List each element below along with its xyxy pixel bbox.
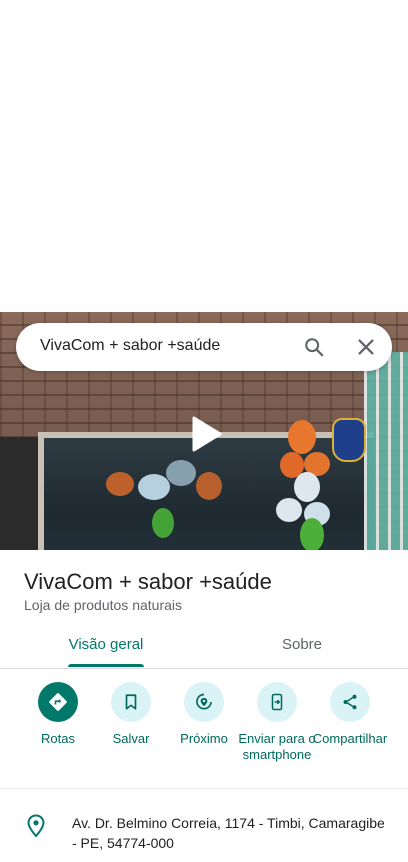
directions-icon — [49, 693, 67, 711]
tab-overview[interactable]: Visão geral — [56, 636, 156, 653]
photo-balloon — [106, 472, 134, 496]
play-icon[interactable] — [190, 416, 222, 452]
save-button-circle[interactable] — [111, 682, 151, 722]
search-input[interactable]: VivaCom + sabor +saúde — [40, 337, 220, 355]
tab-about[interactable]: Sobre — [252, 636, 352, 653]
share-icon — [343, 694, 357, 710]
nearby-label: Próximo — [180, 731, 228, 746]
photo-balloon — [276, 498, 302, 522]
send-to-phone-icon — [271, 693, 283, 711]
photo-emblem — [332, 418, 366, 462]
photo-balloon — [138, 474, 170, 500]
photo-balloon — [300, 518, 324, 550]
directions-button[interactable]: Rotas — [18, 682, 98, 747]
share-label: Compartilhar — [312, 731, 388, 746]
share-button-circle[interactable] — [330, 682, 370, 722]
photo-gate — [364, 352, 408, 550]
photo-balloon — [294, 472, 320, 502]
photo-shadow — [0, 437, 40, 550]
photo-balloon — [196, 472, 222, 500]
nearby-icon — [196, 693, 212, 710]
nearby-button-circle[interactable] — [184, 682, 224, 722]
address-row[interactable]: Av. Dr. Belmino Correia, 1174 - Timbi, C… — [0, 800, 408, 862]
action-buttons: Rotas Salvar Próximo Enviar para o smart… — [0, 668, 408, 789]
close-icon[interactable] — [355, 336, 377, 358]
blank-area — [0, 0, 408, 312]
place-title: VivaCom + sabor +saúde — [24, 569, 272, 594]
send-to-phone-button-circle[interactable] — [257, 682, 297, 722]
directions-label: Rotas — [41, 731, 75, 746]
send-to-phone-label: Enviar para o smartphone — [238, 731, 316, 762]
photo-balloon — [288, 420, 316, 454]
photo-balloon — [166, 460, 196, 486]
search-bar[interactable]: VivaCom + sabor +saúde — [16, 323, 392, 371]
nearby-button[interactable]: Próximo — [164, 682, 244, 747]
bookmark-icon — [125, 694, 137, 710]
search-icon[interactable] — [303, 336, 325, 358]
send-to-phone-button[interactable]: Enviar para o smartphone — [237, 682, 317, 763]
address-text: Av. Dr. Belmino Correia, 1174 - Timbi, C… — [72, 815, 385, 851]
tab-active-indicator — [68, 664, 144, 667]
photo-balloon — [152, 508, 174, 538]
share-button[interactable]: Compartilhar — [310, 682, 390, 747]
tab-bar: Visão geral Sobre — [0, 622, 408, 669]
save-button[interactable]: Salvar — [91, 682, 171, 747]
directions-button-circle[interactable] — [38, 682, 78, 722]
place-category[interactable]: Loja de produtos naturais — [24, 597, 182, 613]
save-label: Salvar — [112, 731, 150, 746]
location-pin-icon — [27, 814, 45, 838]
